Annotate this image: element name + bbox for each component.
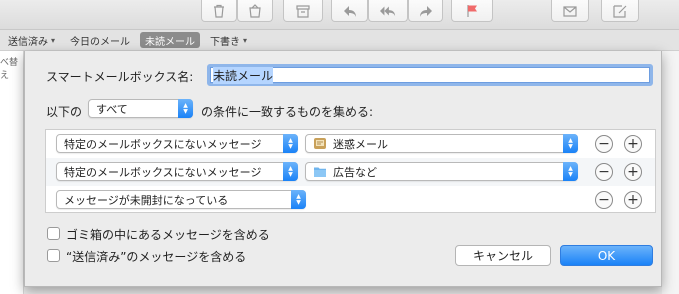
reply-icon	[343, 5, 356, 17]
select-arrows-icon: ▲ ▼	[283, 134, 298, 153]
include-trash-checkbox[interactable]	[47, 227, 60, 240]
favorite-drafts[interactable]: 下書き ▾	[205, 32, 252, 48]
select-arrows-icon: ▲ ▼	[283, 162, 298, 181]
forward-button[interactable]	[408, 0, 443, 22]
plus-icon: +	[627, 136, 639, 152]
junk-icon	[249, 3, 261, 18]
message-list-edge: べ替え	[0, 51, 24, 294]
sort-label-truncated: べ替え	[0, 58, 19, 81]
favorite-unread[interactable]: 未読メール	[140, 32, 201, 48]
flag-icon	[467, 4, 477, 17]
match-prefix-label: 以下の	[46, 105, 83, 119]
ok-button-label: OK	[597, 248, 616, 263]
plus-icon: +	[627, 192, 639, 208]
compose-button[interactable]	[601, 0, 639, 22]
ok-button[interactable]: OK	[560, 245, 653, 266]
minus-icon: −	[598, 164, 610, 180]
select-arrows-icon: ▲ ▼	[178, 99, 193, 118]
remove-criteria-button[interactable]: −	[595, 191, 613, 209]
favorite-sent-label: 送信済み	[8, 36, 48, 48]
favorite-today[interactable]: 今日のメール	[65, 32, 135, 48]
add-criteria-button[interactable]: +	[624, 135, 642, 153]
match-suffix-label: の条件に一致するものを集める:	[201, 105, 374, 119]
favorite-today-label: 今日のメール	[70, 36, 131, 48]
forward-icon	[419, 5, 432, 17]
select-arrows-icon: ▲ ▼	[563, 134, 578, 153]
match-mode-value: すべて	[96, 102, 128, 116]
remove-criteria-button[interactable]: −	[595, 163, 613, 181]
remove-criteria-button[interactable]: −	[595, 135, 613, 153]
criteria-mailbox-value: 広告など	[333, 165, 377, 179]
criteria-field-select[interactable]: 特定のメールボックスにないメッセージ ▲ ▼	[56, 162, 298, 181]
criteria-field-select[interactable]: メッセージが未開封になっている ▲ ▼	[56, 190, 306, 209]
reply-all-button[interactable]	[368, 0, 408, 22]
add-criteria-button[interactable]: +	[624, 163, 642, 181]
window-edge	[662, 51, 679, 294]
archive-icon	[296, 4, 310, 18]
folder-icon	[314, 167, 326, 177]
minus-icon: −	[598, 136, 610, 152]
junk-button[interactable]	[237, 0, 273, 22]
criteria-row: 特定のメールボックスにないメッセージ ▲ ▼ 迷惑メール ▲ ▼ − +	[46, 130, 655, 158]
minus-icon: −	[598, 192, 610, 208]
trash-icon	[214, 4, 224, 18]
match-mode-select[interactable]: すべて ▲ ▼	[88, 99, 193, 118]
include-trash-label: ゴミ箱の中にあるメッセージを含める	[66, 228, 270, 242]
mailbox-name-value: 未読メール	[213, 66, 274, 84]
criteria-mailbox-select[interactable]: 迷惑メール ▲ ▼	[305, 134, 578, 153]
criteria-mailbox-select[interactable]: 広告など ▲ ▼	[305, 162, 578, 181]
archive-button[interactable]	[283, 0, 323, 22]
smart-mailbox-dialog: スマートメールボックス名: 未読メール 以下の すべて ▲ ▼ の条件に一致するも…	[24, 51, 662, 287]
cancel-button-label: キャンセル	[472, 249, 533, 263]
criteria-mailbox-value: 迷惑メール	[333, 137, 388, 151]
chevron-down-icon: ▾	[243, 35, 248, 45]
criteria-field-value: 特定のメールボックスにないメッセージ	[64, 165, 262, 179]
select-arrows-icon: ▲ ▼	[291, 190, 306, 209]
select-arrows-icon: ▲ ▼	[563, 162, 578, 181]
criteria-field-select[interactable]: 特定のメールボックスにないメッセージ ▲ ▼	[56, 134, 298, 153]
favorite-unread-label: 未読メール	[145, 36, 196, 48]
favorite-sent[interactable]: 送信済み ▾	[3, 32, 60, 48]
compose-edit-icon	[613, 4, 627, 18]
plus-icon: +	[627, 164, 639, 180]
chevron-down-icon: ▾	[51, 35, 56, 45]
criteria-field-value: メッセージが未開封になっている	[64, 193, 229, 207]
mailbox-name-label: スマートメールボックス名:	[46, 70, 194, 84]
compose-new-icon	[563, 5, 577, 17]
criteria-field-value: 特定のメールボックスにないメッセージ	[64, 137, 262, 151]
criteria-row: 特定のメールボックスにないメッセージ ▲ ▼ 広告など ▲ ▼ − +	[46, 158, 655, 186]
reply-all-icon	[380, 6, 396, 16]
favorites-bar: 送信済み ▾ 今日のメール 未読メール 下書き ▾	[0, 30, 679, 51]
reply-button[interactable]	[331, 0, 368, 22]
junk-mailbox-icon	[314, 138, 326, 149]
add-criteria-button[interactable]: +	[624, 191, 642, 209]
include-sent-checkbox[interactable]	[47, 249, 60, 262]
criteria-row: メッセージが未開封になっている ▲ ▼ − +	[46, 186, 655, 214]
mailbox-name-field[interactable]: 未読メール	[207, 64, 653, 86]
include-sent-label: “送信済み”のメッセージを含める	[66, 250, 247, 264]
delete-button[interactable]	[201, 0, 237, 22]
favorite-drafts-label: 下書き	[210, 36, 241, 48]
get-mail-button[interactable]	[551, 0, 589, 22]
criteria-list: 特定のメールボックスにないメッセージ ▲ ▼ 迷惑メール ▲ ▼ − + 特定のメー…	[45, 129, 656, 213]
cancel-button[interactable]: キャンセル	[455, 245, 551, 266]
flag-button[interactable]	[451, 0, 493, 22]
mail-toolbar	[0, 0, 679, 30]
